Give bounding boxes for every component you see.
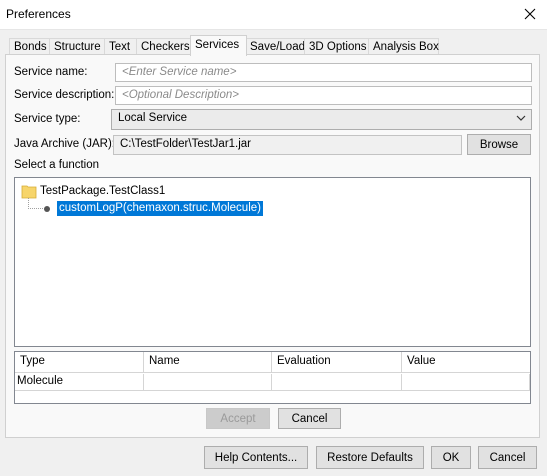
- tab-3d-options[interactable]: 3D Options: [304, 38, 369, 55]
- header-divider: [15, 372, 530, 373]
- window-title: Preferences: [6, 7, 71, 21]
- table-cell-name[interactable]: [144, 374, 272, 390]
- chevron-down-icon: [516, 115, 526, 121]
- table-header-evaluation[interactable]: Evaluation: [272, 352, 402, 372]
- function-tree[interactable]: TestPackage.TestClass1 customLogP(chemax…: [14, 177, 531, 347]
- browse-button[interactable]: Browse: [467, 134, 531, 155]
- tree-root-label: TestPackage.TestClass1: [40, 185, 166, 197]
- service-type-select[interactable]: Local Service: [111, 109, 532, 130]
- restore-defaults-button[interactable]: Restore Defaults: [316, 446, 424, 469]
- tab-services[interactable]: Services: [190, 35, 247, 56]
- cancel-button[interactable]: Cancel: [478, 446, 537, 469]
- services-panel: Service name: <Enter Service name> Servi…: [5, 54, 540, 438]
- tab-bonds[interactable]: Bonds: [9, 38, 50, 55]
- ok-button[interactable]: OK: [431, 446, 471, 469]
- bullet-icon: [44, 206, 50, 212]
- jar-label: Java Archive (JAR):: [14, 138, 115, 150]
- table-header-value[interactable]: Value: [402, 352, 530, 372]
- tab-analysis-box[interactable]: Analysis Box: [368, 38, 439, 55]
- accept-button[interactable]: Accept: [206, 408, 270, 429]
- service-type-value: Local Service: [118, 112, 188, 124]
- title-bar: Preferences: [0, 0, 547, 30]
- table-cell-type[interactable]: Molecule: [15, 374, 144, 390]
- service-description-label: Service description:: [14, 89, 115, 101]
- table-header-type[interactable]: Type: [15, 352, 144, 372]
- table-cell-evaluation[interactable]: [272, 374, 402, 390]
- service-type-label: Service type:: [14, 113, 81, 125]
- service-name-input[interactable]: <Enter Service name>: [115, 63, 532, 82]
- folder-icon: [21, 185, 37, 199]
- jar-path-field[interactable]: C:\TestFolder\TestJar1.jar: [113, 135, 462, 155]
- tree-function-label: customLogP(chemaxon.struc.Molecule): [56, 200, 264, 217]
- tab-save-load[interactable]: Save/Load: [245, 38, 305, 55]
- row-divider: [15, 390, 530, 391]
- tab-text[interactable]: Text: [104, 38, 137, 55]
- help-contents-button[interactable]: Help Contents...: [204, 446, 308, 469]
- close-icon: [524, 8, 536, 20]
- parameters-table: Type Name Evaluation Value Molecule: [14, 351, 531, 404]
- tab-structure[interactable]: Structure: [49, 38, 105, 55]
- tab-checkers[interactable]: Checkers: [136, 38, 192, 55]
- panel-cancel-button[interactable]: Cancel: [278, 408, 341, 429]
- table-header-name[interactable]: Name: [144, 352, 272, 372]
- service-description-input[interactable]: <Optional Description>: [115, 86, 532, 105]
- close-button[interactable]: [513, 0, 547, 28]
- table-cell-value[interactable]: [402, 374, 530, 390]
- service-name-label: Service name:: [14, 66, 88, 78]
- select-function-label: Select a function: [14, 159, 100, 171]
